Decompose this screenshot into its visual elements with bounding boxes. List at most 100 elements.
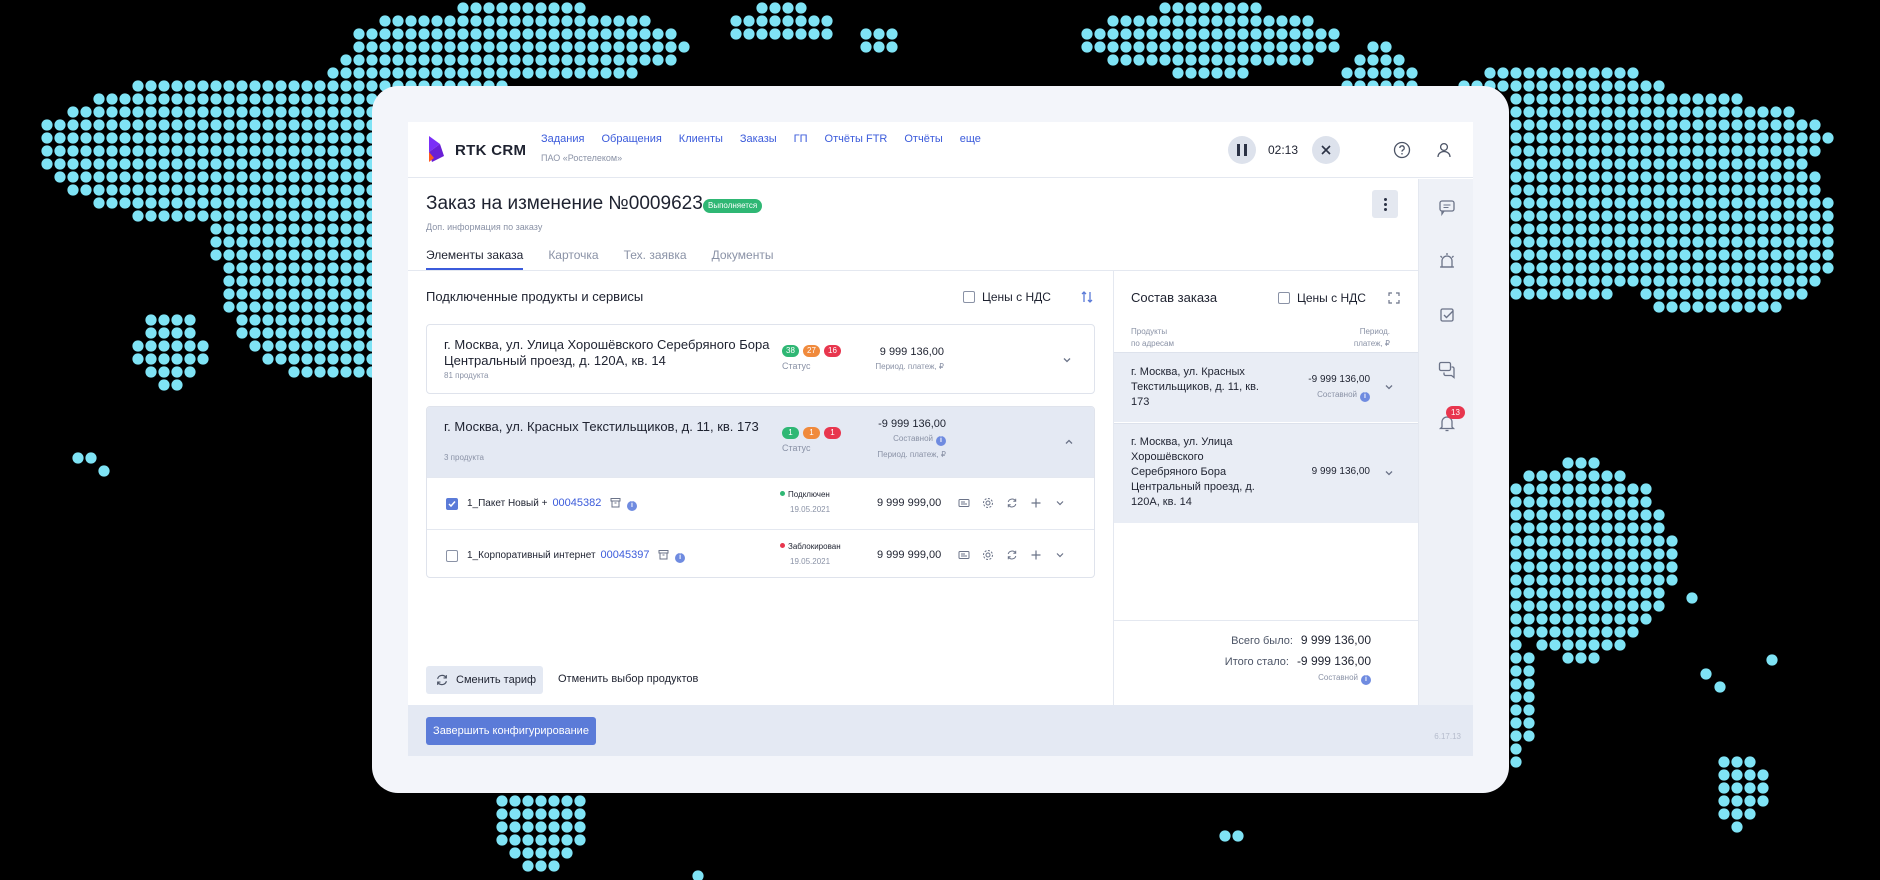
map-dot [340,210,352,222]
settings-icon[interactable] [982,497,994,509]
plus-icon[interactable] [1030,549,1042,561]
map-dot [1679,249,1691,261]
map-dot [418,15,430,27]
map-dot [249,158,261,170]
status-dot [780,491,785,496]
map-dot [1757,145,1769,157]
sort-icon[interactable] [1080,290,1094,304]
map-dot [1744,119,1756,131]
nav-requests[interactable]: Обращения [601,133,661,145]
finish-configuration-button[interactable]: Завершить конфигурирование [426,717,596,745]
map-dot [1523,509,1535,521]
refresh-icon[interactable] [1006,549,1018,561]
card-icon[interactable] [958,549,970,561]
info-icon[interactable]: i [675,553,686,563]
map-dot [1120,28,1132,40]
map-dot [145,366,157,378]
product-id-link[interactable]: 00045382 [552,497,601,509]
alarm-icon[interactable] [1436,250,1458,272]
composition-row[interactable]: г. Москва, ул. Красных Текстильщиков, д.… [1114,352,1418,422]
row-amount: 9 999 136,00 [1311,466,1370,477]
map-dot [327,67,339,79]
map-dot [1809,275,1821,287]
map-dot [1536,288,1548,300]
chat-icon[interactable] [1436,358,1458,380]
user-icon[interactable] [1434,140,1454,160]
info-icon[interactable]: i [626,501,637,511]
product-checkbox[interactable] [446,498,458,510]
tab-card[interactable]: Карточка [548,248,598,270]
vat-toggle-left[interactable]: Цены с НДС [963,290,1051,304]
map-dot [1770,145,1782,157]
map-dot [223,132,235,144]
map-dot [1562,223,1574,235]
product-id-link[interactable]: 00045397 [601,549,650,561]
map-dot [1614,197,1626,209]
comment-icon[interactable] [1436,196,1458,218]
info-icon[interactable]: i [936,436,946,446]
end-call-button[interactable] [1312,136,1340,164]
settings-icon[interactable] [982,549,994,561]
map-dot [1666,93,1678,105]
map-dot [314,301,326,313]
tab-documents[interactable]: Документы [712,248,774,270]
chevron-down-icon[interactable] [1384,468,1394,478]
chevron-up-icon[interactable] [1064,437,1074,447]
expand-icon[interactable] [1388,292,1400,304]
map-dot [1614,626,1626,638]
nav-gp[interactable]: ГП [794,133,808,145]
archive-icon[interactable] [658,549,669,560]
task-check-icon[interactable] [1436,304,1458,326]
map-dot [1159,15,1171,27]
map-dot [1692,262,1704,274]
chevron-down-icon[interactable] [1054,497,1066,509]
nav-tasks[interactable]: Задания [541,133,584,145]
chevron-down-icon[interactable] [1054,549,1066,561]
nav-orders[interactable]: Заказы [740,133,777,145]
map-dot [1380,41,1392,53]
map-dot [106,119,118,131]
group-header[interactable]: г. Москва, ул. Красных Текстильщиков, д.… [427,407,1094,477]
more-menu-button[interactable] [1372,190,1398,218]
map-dot [288,145,300,157]
map-dot [1146,15,1158,27]
change-tariff-button[interactable]: Сменить тариф [426,666,543,694]
map-dot [1302,41,1314,53]
card-icon[interactable] [958,497,970,509]
help-icon[interactable] [1392,140,1412,160]
vat-checkbox[interactable] [1278,292,1290,304]
archive-icon[interactable] [610,497,621,508]
info-icon[interactable]: i [1360,392,1370,402]
vat-checkbox[interactable] [963,291,975,303]
map-dot [561,54,573,66]
nav-more[interactable]: еще [960,133,981,145]
vat-toggle-right[interactable]: Цены с НДС [1278,291,1366,305]
map-dot [132,184,144,196]
map-dot [1666,184,1678,196]
map-dot [1731,197,1743,209]
address-group-card[interactable]: г. Москва, ул. Улица Хорошёвского Серебр… [426,324,1095,394]
chevron-down-icon[interactable] [1062,355,1072,365]
pause-button[interactable] [1228,136,1256,164]
map-dot [1757,119,1769,131]
map-dot [210,93,222,105]
nav-reports[interactable]: Отчёты [904,133,942,145]
composition-row[interactable]: г. Москва, ул. Улица Хорошёвского Серебр… [1114,423,1418,523]
map-dot [275,158,287,170]
nav-ftr-reports[interactable]: Отчёты FTR [825,133,888,145]
refresh-icon[interactable] [1006,497,1018,509]
chevron-down-icon[interactable] [1384,382,1394,392]
plus-icon[interactable] [1030,497,1042,509]
tab-order-elements[interactable]: Элементы заказа [426,248,524,270]
map-dot [236,314,248,326]
tab-tech-request[interactable]: Тех. заявка [624,248,687,270]
blocked-count-pill: 16 [824,345,841,357]
map-dot [587,28,599,40]
map-dot [1705,197,1717,209]
map-dot [1562,132,1574,144]
map-dot [392,28,404,40]
cancel-selection-button[interactable]: Отменить выбор продуктов [558,673,698,685]
nav-clients[interactable]: Клиенты [679,133,723,145]
product-checkbox[interactable] [446,550,458,562]
info-icon[interactable]: i [1361,675,1371,685]
